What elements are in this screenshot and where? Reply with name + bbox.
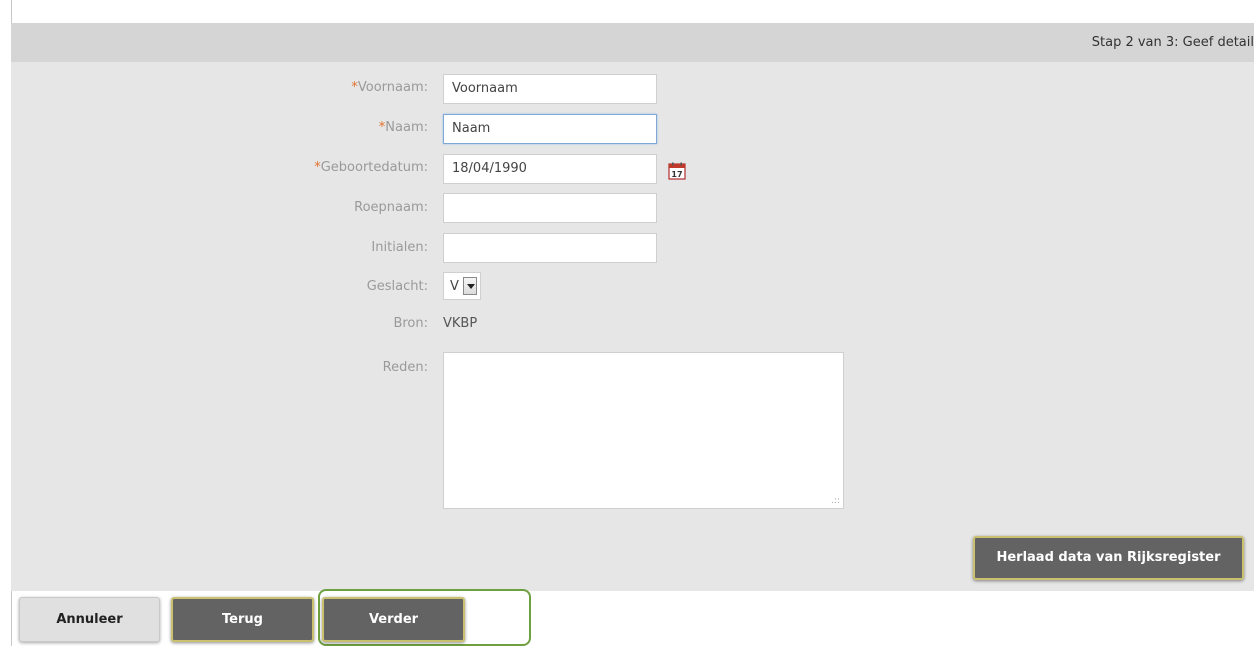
cancel-button[interactable]: Annuleer (19, 597, 160, 642)
last-name-field[interactable]: Naam (443, 114, 657, 144)
calendar-day: 17 (671, 170, 682, 179)
next-button[interactable]: Verder (322, 597, 465, 642)
source-label: Bron: (393, 316, 428, 331)
birth-date-label: *Geboortedatum: (314, 160, 428, 175)
calendar-icon[interactable]: 17 (668, 162, 686, 180)
initials-field[interactable] (443, 233, 657, 263)
gender-value: V (450, 278, 459, 294)
back-button[interactable]: Terug (171, 597, 314, 642)
birth-date-field[interactable]: 18/04/1990 (443, 154, 657, 184)
reload-rijksregister-button[interactable]: Herlaad data van Rijksregister (973, 536, 1244, 580)
step-title: Stap 2 van 3: Geef detail (1091, 35, 1254, 50)
resize-grip-icon[interactable]: .:: (831, 496, 840, 506)
chevron-down-icon[interactable] (462, 277, 477, 295)
nickname-field[interactable] (443, 193, 657, 223)
source-value: VKBP (443, 316, 478, 331)
first-name-field[interactable]: Voornaam (443, 74, 657, 104)
nickname-label: Roepnaam: (354, 200, 428, 215)
first-name-label: *Voornaam: (351, 80, 428, 95)
initials-label: Initialen: (371, 240, 428, 255)
gender-label: Geslacht: (366, 279, 428, 294)
gender-select[interactable]: V (443, 272, 481, 300)
step-header: Stap 2 van 3: Geef detail (11, 23, 1254, 62)
reason-label: Reden: (382, 360, 428, 375)
last-name-label: *Naam: (378, 120, 428, 135)
reason-textarea[interactable]: .:: (443, 352, 844, 509)
